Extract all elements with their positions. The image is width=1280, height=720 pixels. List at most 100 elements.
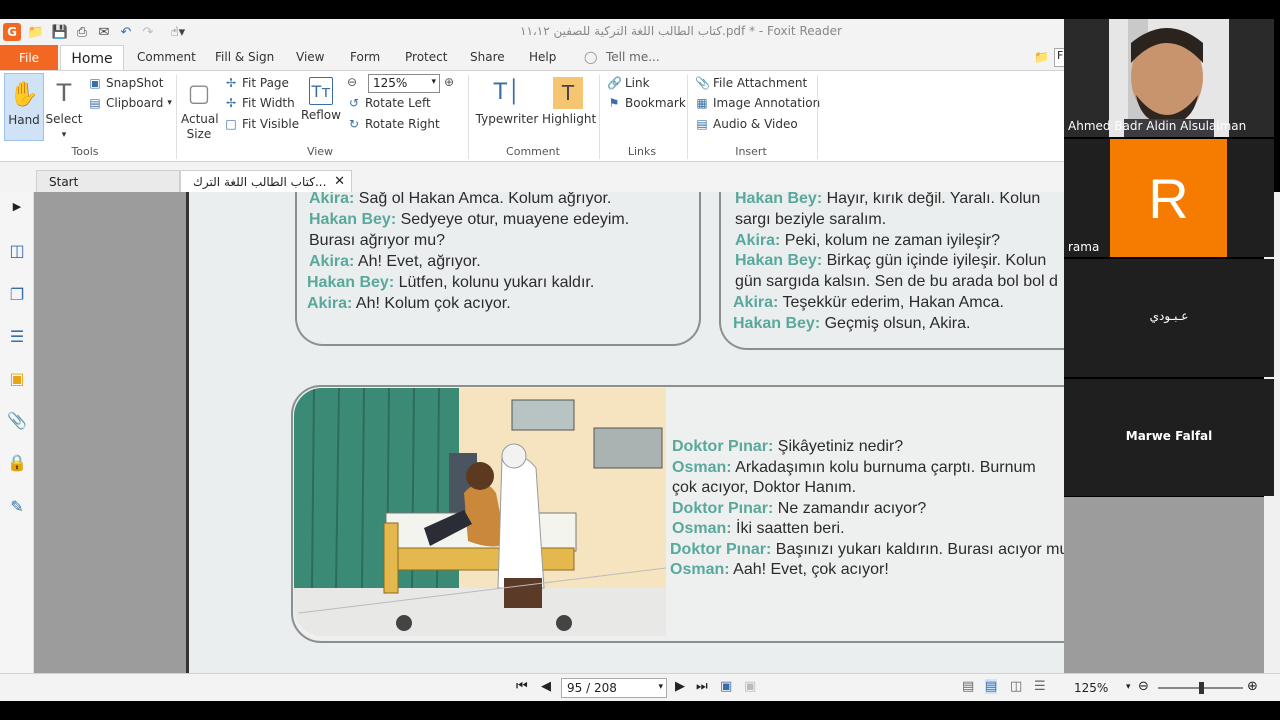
fit-page-button[interactable]: ✢ Fit Page — [224, 76, 289, 90]
window-title: كتاب الطالب اللغة التركية للصفين ١١،١٢.p… — [520, 24, 842, 38]
video-tile-3[interactable]: عـبـودي — [1064, 259, 1274, 377]
video-tile-1[interactable]: Ahmed Badr Aldin Alsulaiman — [1064, 19, 1274, 137]
expand-panel-icon[interactable]: ▶ — [6, 196, 28, 218]
tab-document[interactable]: ...كتاب الطالب اللغة الترك ✕ — [180, 170, 352, 192]
facing-page-icon[interactable]: ◫ — [1010, 679, 1022, 694]
participant-name: Ahmed Badr Aldin Alsulaiman — [1068, 119, 1247, 133]
document-viewer[interactable]: Akira: Sağ ol Hakan Amca. Kolum ağrıyor.… — [34, 192, 1064, 673]
save-icon[interactable]: 💾 — [51, 23, 69, 41]
zoom-out-icon[interactable]: ⊖ — [347, 75, 357, 89]
rotate-left-button[interactable]: ↺ Rotate Left — [347, 96, 431, 110]
email-icon[interactable]: ✉ — [95, 23, 113, 41]
select-tool-button[interactable]: T Select ▾ — [44, 77, 84, 140]
layers-icon[interactable]: ☰ — [6, 326, 28, 348]
fit-width-button[interactable]: ✢ Fit Width — [224, 96, 295, 110]
previous-view-icon[interactable]: ▣ — [720, 679, 732, 694]
typewriter-button[interactable]: T│ Typewriter — [474, 77, 540, 126]
highlight-button[interactable]: T Highlight — [542, 77, 596, 126]
dialog-text: Sedyeye otur, muayene edeyim. — [396, 211, 630, 228]
pdf-page: Akira: Sağ ol Hakan Amca. Kolum ağrıyor.… — [186, 192, 1064, 673]
speaker-name: Hakan Bey: — [733, 314, 821, 332]
speaker-name: Osman: — [672, 458, 732, 476]
image-icon: ▦ — [696, 96, 708, 110]
next-view-icon[interactable]: ▣ — [744, 679, 756, 694]
tab-form[interactable]: Form — [350, 50, 380, 64]
dialog-line: Hakan Bey: Sedyeye otur, muayene edeyim. — [309, 211, 629, 229]
dialog-line: Hakan Bey: Hayır, kırık değil. Yaralı. K… — [735, 192, 1040, 208]
image-annotation-button[interactable]: ▦ Image Annotation — [695, 96, 820, 110]
page-thumbnail-icon[interactable]: ◫ — [6, 240, 28, 262]
audio-video-button[interactable]: ▤ Audio & Video — [695, 117, 797, 131]
avatar: R — [1110, 139, 1227, 257]
pages-icon[interactable]: ❐ — [6, 284, 28, 306]
tab-fill-sign[interactable]: Fill & Sign — [215, 50, 274, 64]
file-menu[interactable]: File — [0, 45, 58, 70]
dialog-line: Osman: Arkadaşımın kolu burnuma çarptı. … — [672, 459, 1036, 477]
clipboard-button[interactable]: ▤ Clipboard ▾ — [88, 96, 172, 110]
last-page-icon[interactable]: ⏭ — [696, 679, 708, 694]
dialog-line: Akira: Ah! Kolum çok acıyor. — [307, 295, 511, 313]
tab-home[interactable]: Home — [60, 45, 124, 71]
dialog-text: Ah! Kolum çok acıyor. — [352, 295, 511, 312]
continuous-facing-icon[interactable]: ☰ — [1034, 679, 1046, 694]
link-label: Link — [625, 76, 650, 90]
typewriter-label: Typewriter — [475, 112, 539, 126]
previous-page-icon[interactable]: ◀ — [541, 679, 551, 694]
zoom-level[interactable]: 125% — [1074, 681, 1108, 695]
file-attachment-label: File Attachment — [713, 76, 808, 90]
tab-help[interactable]: Help — [529, 50, 556, 64]
video-tile-2[interactable]: R rama — [1064, 139, 1274, 257]
continuous-page-icon[interactable]: ▤ — [985, 679, 998, 694]
attachment-panel-icon[interactable]: 📎 — [6, 410, 28, 432]
dialog-text: Aah! Evet, çok acıyor! — [729, 561, 889, 578]
file-attachment-button[interactable]: 📎 File Attachment — [695, 76, 807, 90]
bookmark-button[interactable]: ⚑ Bookmark — [607, 96, 686, 110]
tell-me-input[interactable]: Tell me... — [606, 50, 660, 64]
speaker-name: Doktor Pınar: — [670, 540, 772, 558]
close-icon[interactable]: ✕ — [334, 174, 345, 189]
dialog-line: Doktor Pınar: Başınızı yukarı kaldırın. … — [670, 541, 1064, 559]
zoom-out-icon[interactable]: ⊖ — [1138, 679, 1149, 694]
dialog-text: Arkadaşımın kolu burnuma çarptı. Burnum — [731, 458, 1036, 476]
bookmark-label: Bookmark — [625, 96, 686, 110]
single-page-icon[interactable]: ▤ — [962, 679, 974, 694]
fit-visible-button[interactable]: □ Fit Visible — [224, 117, 299, 131]
zoom-select[interactable]: 125% ▾ — [368, 74, 440, 93]
speaker-name: Hakan Bey: — [309, 211, 397, 228]
zoom-slider-handle[interactable] — [1199, 682, 1204, 694]
page-number-input[interactable]: 95 / 208 ▾ — [561, 678, 667, 698]
signature-icon[interactable]: ✎ — [6, 496, 28, 518]
tab-comment[interactable]: Comment — [137, 50, 196, 64]
speaker-name: Hakan Bey: — [735, 192, 823, 207]
undo-icon[interactable]: ↶ — [117, 23, 135, 41]
redo-icon[interactable]: ↷ — [139, 23, 157, 41]
reflow-button[interactable]: Tт Reflow — [300, 77, 342, 122]
tab-protect[interactable]: Protect — [405, 50, 447, 64]
zoom-dropdown-icon[interactable]: ▾ — [1126, 682, 1131, 692]
lock-icon[interactable]: 🔒 — [6, 452, 28, 474]
zoom-in-icon[interactable]: ⊕ — [1247, 679, 1258, 694]
rotate-right-icon: ↻ — [348, 117, 360, 131]
link-button[interactable]: 🔗 Link — [607, 76, 650, 90]
open-folder-icon[interactable]: 📁 — [27, 23, 45, 41]
tab-view[interactable]: View — [296, 50, 324, 64]
hand-tool-button[interactable]: ✋ Hand — [4, 73, 44, 141]
hand-dropdown-icon[interactable]: ☝▾ — [163, 23, 193, 41]
tab-start[interactable]: Start — [36, 170, 180, 192]
rotate-right-button[interactable]: ↻ Rotate Right — [347, 117, 440, 131]
snapshot-button[interactable]: ▣ SnapShot — [88, 76, 163, 90]
actual-size-button[interactable]: ▢ Actual Size — [178, 77, 220, 142]
comments-icon[interactable]: ▣ — [6, 368, 28, 390]
menu-bar: File Home Comment Fill & Sign View Form … — [0, 45, 1066, 71]
viewer-background-right — [1064, 497, 1274, 673]
first-page-icon[interactable]: ⏮ — [516, 679, 528, 694]
zoom-in-icon[interactable]: ⊕ — [444, 75, 454, 89]
dialog-line: Akira: Teşekkür ederim, Hakan Amca. — [733, 294, 1004, 312]
page-number-value: 95 / 208 — [567, 681, 617, 695]
next-page-icon[interactable]: ▶ — [675, 679, 685, 694]
dialog-line: Akira: Peki, kolum ne zaman iyileşir? — [735, 232, 1000, 250]
search-folder-icon[interactable]: 📁 — [1034, 50, 1049, 64]
print-icon[interactable]: ⎙ — [73, 23, 91, 41]
tab-share[interactable]: Share — [470, 50, 505, 64]
video-tile-4[interactable]: Marwe Falfal — [1064, 379, 1274, 496]
